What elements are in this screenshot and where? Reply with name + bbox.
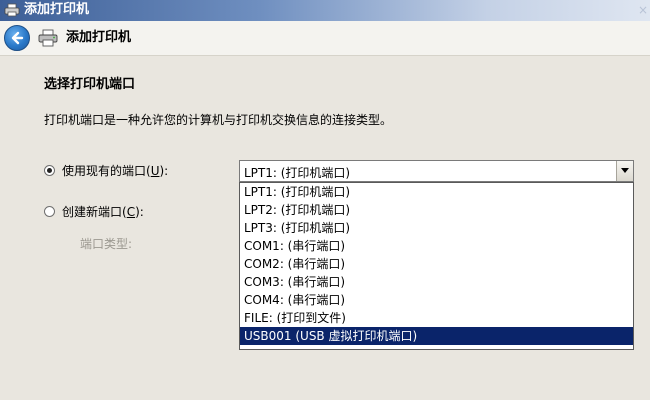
port-dropdown-list[interactable]: LPT1: (打印机端口) LPT2: (打印机端口) LPT3: (打印机端口) C… — [239, 182, 634, 350]
use-existing-port-option[interactable]: 使用现有的端口(U): — [44, 162, 168, 178]
port-type-label: 端口类型: — [80, 237, 133, 251]
back-button[interactable] — [4, 25, 30, 51]
port-option[interactable]: COM2: (串行端口) — [240, 255, 633, 273]
wizard-content: 选择打印机端口 打印机端口是一种允许您的计算机与打印机交换信息的连接类型。 使用… — [0, 56, 650, 400]
printer-icon — [38, 29, 58, 47]
nav-bar: 添加打印机 — [0, 21, 650, 56]
use-existing-port-label[interactable]: 使用现有的端口(U): — [62, 162, 168, 179]
create-new-port-label[interactable]: 创建新端口(C): — [62, 203, 144, 220]
window-title: 添加打印机 — [24, 2, 90, 17]
create-new-port-option[interactable]: 创建新端口(C): — [44, 203, 144, 219]
printer-icon — [4, 3, 20, 17]
chevron-down-icon — [621, 168, 629, 173]
combobox-selected-value: LPT1: (打印机端口) — [244, 166, 351, 180]
port-option[interactable]: COM4: (串行端口) — [240, 291, 633, 309]
port-option[interactable]: USB001 (USB 虚拟打印机端口) — [240, 327, 633, 345]
port-option[interactable]: LPT3: (打印机端口) — [240, 219, 633, 237]
nav-title: 添加打印机 — [66, 30, 132, 45]
port-option[interactable]: COM3: (串行端口) — [240, 273, 633, 291]
add-printer-window: 添加打印机 × 添加打印机 选择打印机端口 打印机端口是一种允许您的计算机与打印… — [0, 0, 650, 400]
title-bar[interactable]: 添加打印机 × — [0, 0, 650, 21]
create-new-port-radio[interactable] — [44, 205, 55, 217]
close-icon[interactable]: × — [638, 3, 648, 17]
port-option[interactable]: LPT1: (打印机端口) — [240, 183, 633, 201]
existing-port-combobox[interactable]: LPT1: (打印机端口) — [239, 160, 634, 182]
port-option[interactable]: LPT2: (打印机端口) — [240, 201, 633, 219]
port-option[interactable]: FILE: (打印到文件) — [240, 309, 633, 327]
page-heading: 选择打印机端口 — [44, 77, 136, 92]
dropdown-toggle-button[interactable] — [616, 161, 633, 181]
back-arrow-icon — [11, 31, 24, 45]
page-description: 打印机端口是一种允许您的计算机与打印机交换信息的连接类型。 — [44, 113, 393, 127]
port-option[interactable]: COM1: (串行端口) — [240, 237, 633, 255]
use-existing-port-radio[interactable] — [44, 164, 55, 176]
